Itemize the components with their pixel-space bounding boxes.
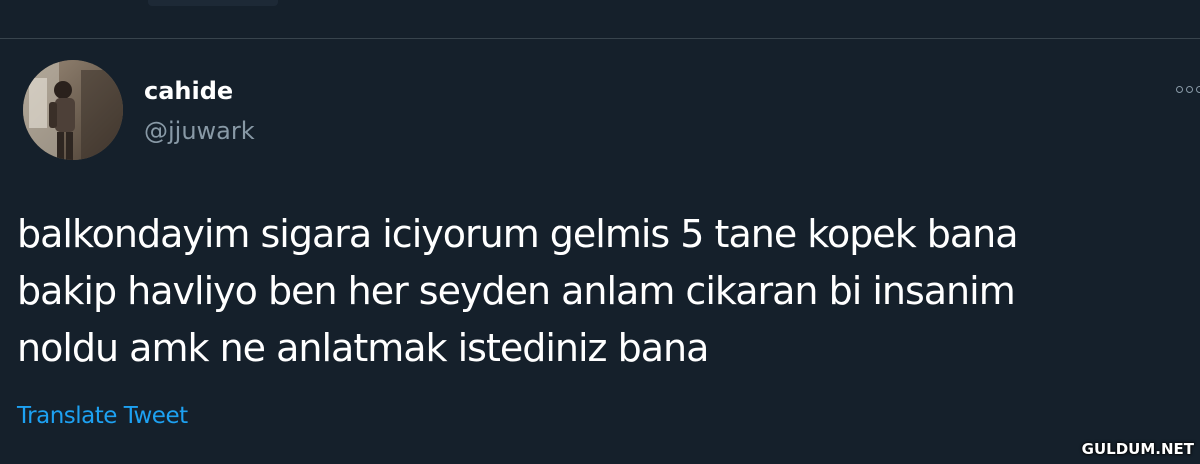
previous-tweet-fragment: [148, 0, 278, 6]
more-dot: [1196, 86, 1200, 93]
tweet-divider: [0, 38, 1200, 39]
avatar[interactable]: [23, 60, 123, 160]
previous-tweet-strip: [0, 0, 1200, 38]
site-watermark: GULDUM.NET: [1081, 440, 1194, 458]
author-display-name[interactable]: cahide: [144, 76, 233, 106]
more-dot: [1176, 86, 1183, 93]
tweet-text-line: bakip havliyo ben her seyden anlam cikar…: [17, 269, 1016, 313]
author-handle[interactable]: @jjuwark: [144, 116, 255, 146]
tweet-text-line: noldu amk ne anlatmak istediniz bana: [17, 326, 709, 370]
more-dot: [1186, 86, 1193, 93]
avatar-photo-icon: [23, 60, 123, 160]
translate-tweet-link[interactable]: Translate Tweet: [17, 401, 188, 431]
more-options-icon[interactable]: [1174, 84, 1200, 96]
tweet-text-line: balkondayim sigara iciyorum gelmis 5 tan…: [17, 212, 1019, 256]
tweet-text: balkondayim sigara iciyorum gelmis 5 tan…: [17, 206, 1197, 377]
